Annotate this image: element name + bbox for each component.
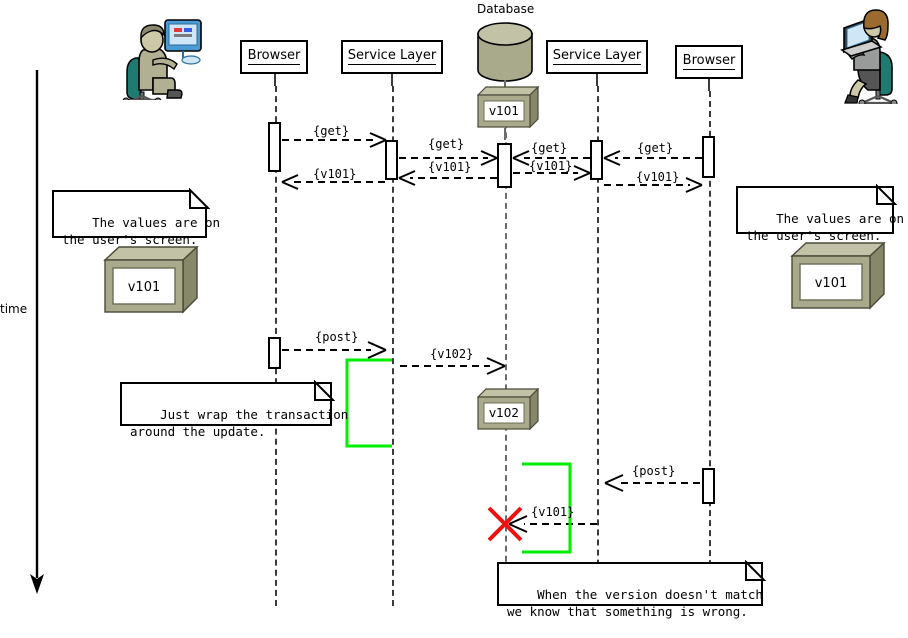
note-text: When the version doesn't match we know t… bbox=[507, 586, 763, 619]
version-box-left-screen: v101 bbox=[103, 246, 199, 314]
message-label-m10: {v102} bbox=[430, 347, 474, 361]
note-right-screen: The values are on the user's screen. bbox=[736, 186, 904, 243]
message-label-m3: {get} bbox=[531, 141, 568, 155]
message-label-m7: {v101} bbox=[529, 159, 573, 173]
note-fold-outline-transaction bbox=[314, 380, 335, 401]
message-label-m5: {v101} bbox=[313, 167, 357, 181]
note-fold-outline-left bbox=[189, 188, 210, 209]
message-label-m12: {v101} bbox=[531, 505, 575, 519]
activation-browser-left-post bbox=[268, 337, 281, 369]
note-version-mismatch: When the version doesn't match we know t… bbox=[497, 562, 763, 619]
message-label-m8: {v101} bbox=[636, 170, 680, 184]
message-label-m4: {get} bbox=[637, 141, 674, 155]
version-box-label: v102 bbox=[489, 406, 519, 420]
version-box-label: v101 bbox=[815, 276, 848, 291]
message-label-m6: {v101} bbox=[428, 160, 472, 174]
sequence-diagram-canvas: Database Browser Service Layer Service L… bbox=[0, 0, 908, 619]
version-box-label: v101 bbox=[128, 280, 161, 295]
message-label-m9: {post} bbox=[315, 330, 359, 344]
message-label-m11: {post} bbox=[632, 464, 676, 478]
time-axis-label: time bbox=[0, 302, 28, 316]
version-box-db-v102: v102 bbox=[477, 388, 539, 430]
note-text: The values are on the user's screen. bbox=[746, 210, 905, 243]
note-left-screen: The values are on the user's screen. bbox=[52, 188, 220, 247]
message-label-m2: {get} bbox=[428, 137, 465, 151]
message-label-m1: {get} bbox=[313, 124, 350, 138]
note-fold-outline-right bbox=[876, 184, 897, 205]
activation-browser-right-post bbox=[702, 468, 715, 504]
version-box-right-screen: v101 bbox=[790, 242, 886, 310]
note-text: The values are on the user's screen. bbox=[62, 214, 221, 247]
note-fold-outline-version bbox=[745, 560, 766, 581]
note-transaction: Just wrap the transaction around the upd… bbox=[120, 382, 348, 439]
